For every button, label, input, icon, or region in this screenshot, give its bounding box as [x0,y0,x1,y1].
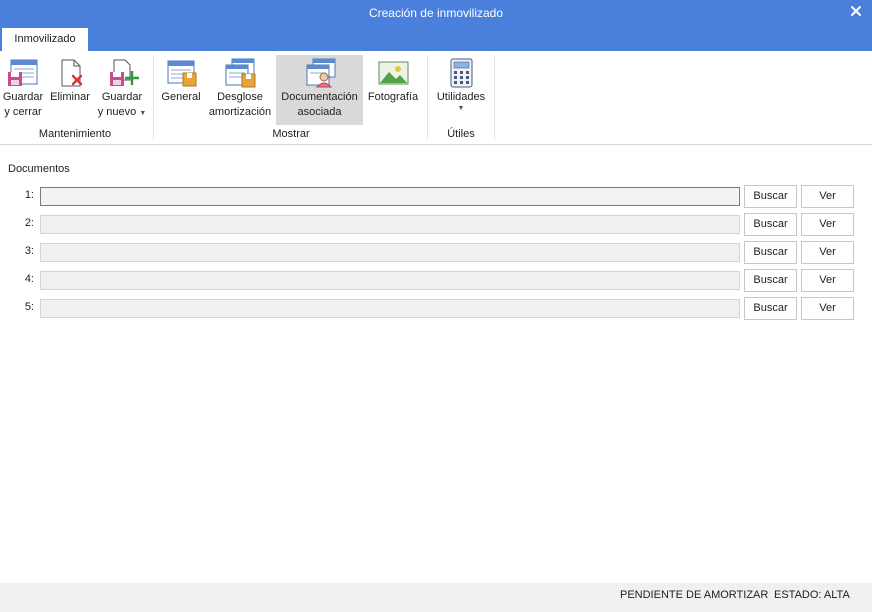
photo-label: Fotografía [367,91,419,103]
photo-icon [378,61,409,85]
amortization-status: PENDIENTE DE AMORTIZAR [620,589,769,601]
tab-strip: Inmovilizado [0,26,872,51]
amortization-breakdown-button[interactable]: Desglose amortización [206,55,274,125]
document-path-input-3[interactable] [40,243,740,262]
document-path-input-2[interactable] [40,215,740,234]
tab-inmovilizado[interactable]: Inmovilizado [2,28,88,51]
photo-button[interactable]: Fotografía [365,55,421,125]
document-row: 1: Buscar Ver [0,185,872,208]
save-and-new-label-2: y nuevo ▼ [97,106,147,118]
amortization-breakdown-icon [225,58,256,88]
general-button[interactable]: General [158,55,204,125]
delete-document-icon [61,59,83,87]
browse-button-1[interactable]: Buscar [744,185,797,208]
associated-documentation-label-2: asociada [297,106,342,118]
dropdown-arrow-icon: ▼ [457,105,465,112]
document-path-input-1[interactable] [40,187,740,206]
group-separator [494,55,495,139]
document-path-input-5[interactable] [40,299,740,318]
general-label: General [161,91,201,103]
group-label-mostrar: Mostrar [272,128,310,140]
browse-button-4[interactable]: Buscar [744,269,797,292]
view-button-1[interactable]: Ver [801,185,854,208]
browse-button-5[interactable]: Buscar [744,297,797,320]
view-button-2[interactable]: Ver [801,213,854,236]
ribbon: Guardar y cerrar Eliminar Guardar y nuev… [0,51,872,145]
general-form-icon [167,60,197,87]
browse-button-3[interactable]: Buscar [744,241,797,264]
group-separator [153,55,154,139]
save-and-close-button[interactable]: Guardar y cerrar [2,55,44,125]
save-and-close-label-1: Guardar [2,91,44,103]
save-close-icon [8,59,38,86]
save-and-new-button[interactable]: Guardar y nuevo ▼ [96,55,148,125]
document-row-number: 2: [24,217,34,229]
document-row: 5: Buscar Ver [0,297,872,320]
view-button-4[interactable]: Ver [801,269,854,292]
document-row-number: 3: [24,245,34,257]
document-row-number: 4: [24,273,34,285]
title-bar: Creación de inmovilizado [0,0,872,26]
document-row-number: 5: [24,301,34,313]
save-and-close-label-2: y cerrar [4,106,42,118]
amortization-breakdown-label-1: Desglose [217,91,263,103]
group-label-utiles: Útiles [447,128,475,140]
view-button-3[interactable]: Ver [801,241,854,264]
record-state: ESTADO: ALTA [774,589,850,601]
associated-documentation-button[interactable]: Documentación asociada [276,55,363,125]
group-separator [427,55,428,139]
browse-button-2[interactable]: Buscar [744,213,797,236]
close-icon[interactable] [848,3,864,19]
document-row: 2: Buscar Ver [0,213,872,236]
documents-panel: Documentos 1: Buscar Ver 2: Buscar Ver 3… [0,146,872,583]
utilities-button[interactable]: Utilidades ▼ [432,55,490,125]
calculator-icon [450,58,473,88]
documents-title: Documentos [8,163,70,175]
group-label-mantenimiento: Mantenimiento [38,128,112,140]
document-path-input-4[interactable] [40,271,740,290]
delete-label: Eliminar [50,91,90,103]
document-row-number: 1: [24,189,34,201]
amortization-breakdown-label-2: amortización [208,106,272,118]
save-new-icon [110,59,139,86]
document-row: 4: Buscar Ver [0,269,872,292]
utilities-label: Utilidades [436,91,486,103]
status-bar: PENDIENTE DE AMORTIZAR ESTADO: ALTA [0,583,872,612]
associated-documentation-icon [306,58,335,88]
window-title: Creación de inmovilizado [368,6,504,20]
delete-button[interactable]: Eliminar [48,55,92,125]
associated-documentation-label-1: Documentación [281,91,358,103]
document-row: 3: Buscar Ver [0,241,872,264]
view-button-5[interactable]: Ver [801,297,854,320]
dropdown-arrow-icon: ▼ [139,110,147,117]
save-and-new-label-1: Guardar [101,91,143,103]
